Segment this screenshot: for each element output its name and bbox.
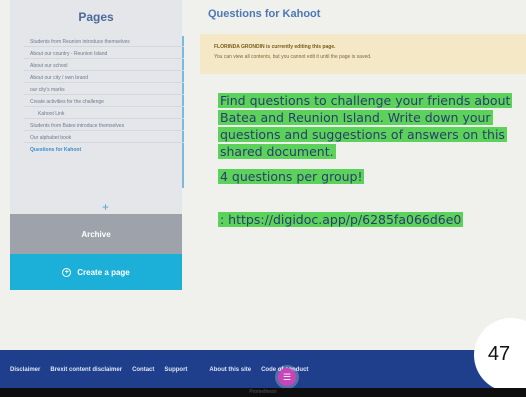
archive-label: Archive bbox=[81, 229, 111, 239]
footer-link-support[interactable]: Support bbox=[164, 367, 187, 373]
site-footer: Disclaimer Brexit content disclaimer Con… bbox=[0, 350, 526, 390]
footer-link-about[interactable]: About this site bbox=[209, 367, 251, 373]
footer-link-contact[interactable]: Contact bbox=[132, 367, 154, 373]
questions-count-text: 4 questions per group! bbox=[218, 169, 365, 184]
pages-nav: Students from Reunion introduce themselv… bbox=[24, 38, 184, 157]
sidebar-item-about-city[interactable]: About our city / own brand bbox=[24, 74, 184, 83]
page-title: Questions for Kahoot bbox=[208, 8, 321, 20]
shared-document-link-paragraph: : https://digidoc.app/p/6285fa066d6e0 bbox=[218, 211, 526, 228]
screen: Pages Students from Reunion introduce th… bbox=[0, 0, 526, 397]
instructions-text: Find questions to challenge your friends… bbox=[218, 93, 513, 159]
shared-document-link[interactable]: : https://digidoc.app/p/6285fa066d6e0 bbox=[218, 212, 464, 227]
editing-notice: FLORINDA GRONDIN is currently editing th… bbox=[200, 34, 526, 74]
hamburger-icon[interactable]: ☰ bbox=[278, 368, 296, 386]
create-page-button[interactable]: + Create a page bbox=[10, 254, 182, 290]
footer-link-brexit-disclaimer[interactable]: Brexit content disclaimer bbox=[50, 367, 122, 373]
sidebar-item-city-marks[interactable]: our city's marks bbox=[24, 86, 184, 95]
sidebar-item-alphabet-book[interactable]: Our alphabet book bbox=[24, 134, 184, 143]
sidebar-item-about-country[interactable]: About our country - Reunion Island bbox=[24, 50, 184, 59]
monitor-brand: Promethean bbox=[249, 389, 277, 395]
sidebar-item-create-activities[interactable]: Create activities for the challenge bbox=[24, 98, 184, 107]
editing-notice-detail: You can view all contents, but you canno… bbox=[214, 54, 372, 60]
sidebar-item-questions-kahoot[interactable]: Questions for Kahoot bbox=[24, 146, 184, 154]
instructions-paragraph: Find questions to challenge your friends… bbox=[218, 92, 526, 160]
sidebar-title: Pages bbox=[78, 10, 114, 24]
editing-notice-user: FLORINDA GRONDIN is currently editing th… bbox=[214, 44, 336, 50]
plus-circle-icon: + bbox=[62, 267, 72, 277]
sidebar-item-kahoot-link[interactable]: Kahoot Link bbox=[24, 110, 184, 119]
sidebar-item-students-reunion[interactable]: Students from Reunion introduce themselv… bbox=[24, 38, 184, 47]
footer-link-disclaimer[interactable]: Disclaimer bbox=[10, 367, 40, 373]
page-content: Find questions to challenge your friends… bbox=[218, 92, 526, 228]
pages-sidebar: Pages Students from Reunion introduce th… bbox=[10, 0, 184, 290]
add-subpage-icon[interactable]: + bbox=[102, 200, 109, 214]
sidebar-item-students-bateo[interactable]: Students from Bateo introduce themselves bbox=[24, 122, 184, 131]
questions-count-paragraph: 4 questions per group! bbox=[218, 168, 526, 185]
archive-button[interactable]: Archive bbox=[10, 214, 182, 254]
sidebar-item-about-school[interactable]: About our school bbox=[24, 62, 184, 71]
create-page-label: Create a page bbox=[77, 267, 130, 277]
